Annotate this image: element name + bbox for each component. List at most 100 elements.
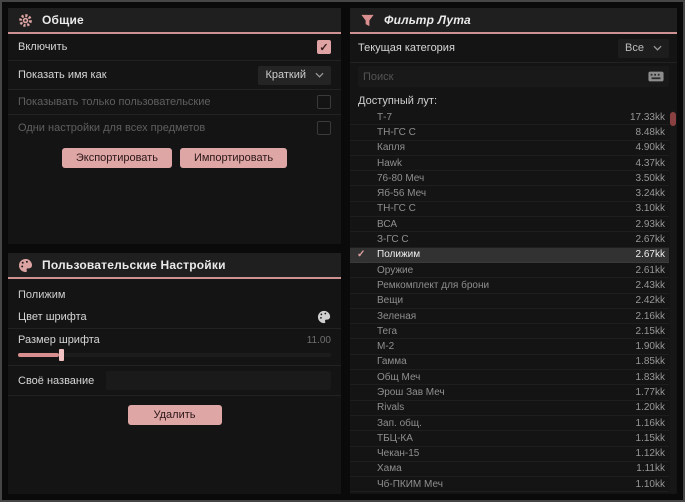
- available-loot-label: Доступный лут:: [358, 95, 438, 107]
- loot-row[interactable]: 76-80 Меч 3.50kk: [350, 171, 669, 187]
- loot-row[interactable]: ТН-ГС С 3.10kk: [350, 202, 669, 218]
- loot-item-value: 2.16kk: [635, 310, 665, 322]
- enable-label: Включить: [18, 41, 68, 53]
- keyboard-icon[interactable]: [648, 71, 664, 82]
- category-value: Все: [625, 42, 644, 54]
- loot-item-name: Полижим: [377, 249, 421, 261]
- loot-item-value: 2.93kk: [635, 218, 665, 230]
- loot-item-name: З-ГС С: [377, 234, 409, 246]
- enable-row: Включить ✓: [8, 34, 341, 61]
- loot-item-value: 1.85kk: [635, 356, 665, 368]
- funnel-icon: [360, 13, 375, 28]
- loot-row[interactable]: З-ГС С 2.67kk: [350, 232, 669, 248]
- left-column: Общие Включить ✓ Показать имя как Кратки…: [8, 8, 341, 494]
- only-custom-label: Показывать только пользовательские: [18, 96, 211, 108]
- loot-row[interactable]: ✓ Полижим 2.67kk: [350, 247, 669, 263]
- loot-item-value: 8.48kk: [635, 126, 665, 138]
- right-column: Фильтр Лута Текущая категория Все Поиск …: [350, 8, 677, 494]
- enable-checkbox[interactable]: ✓: [317, 40, 331, 54]
- loot-row[interactable]: Яб-56 Меч 3.24kk: [350, 186, 669, 202]
- loot-row[interactable]: Хама 1.11kk: [350, 462, 669, 478]
- loot-row[interactable]: Тега 2.15kk: [350, 324, 669, 340]
- loot-item-value: 1.90kk: [635, 341, 665, 353]
- loot-row[interactable]: Капля 4.90kk: [350, 141, 669, 156]
- show-name-value: Краткий: [265, 69, 306, 81]
- loot-item-name: Эрош Зав Меч: [377, 386, 445, 398]
- color-picker-icon[interactable]: [317, 310, 331, 324]
- loot-row[interactable]: Т-7 17.33kk: [350, 110, 669, 126]
- loot-list: Т-7 17.33kk ТН-ГС С 8.48kk Капля 4.90kk …: [350, 110, 669, 494]
- loot-row[interactable]: ВСА 2.93kk: [350, 217, 669, 233]
- loot-item-name: Зап. общ.: [377, 417, 422, 429]
- loot-item-value: 1.15kk: [635, 432, 665, 444]
- panel-loot-filter: Фильтр Лута Текущая категория Все Поиск …: [350, 8, 677, 494]
- loot-list-wrap: Т-7 17.33kk ТН-ГС С 8.48kk Капля 4.90kk …: [350, 110, 677, 494]
- loot-item-value: 3.50kk: [635, 172, 665, 184]
- custom-name-label: Своё название: [18, 374, 95, 387]
- slider-handle[interactable]: [58, 349, 64, 361]
- panel-general-title: Общие: [42, 13, 84, 27]
- loot-scrollbar-thumb[interactable]: [670, 112, 676, 126]
- font-size-value: 11.00: [306, 334, 331, 346]
- loot-row[interactable]: Зеленая 2.16kk: [350, 309, 669, 325]
- loot-item-value: 1.16kk: [635, 417, 665, 429]
- panel-general: Общие Включить ✓ Показать имя как Кратки…: [8, 8, 341, 244]
- one-settings-checkbox: [317, 120, 331, 135]
- category-dropdown[interactable]: Все: [618, 38, 669, 58]
- loot-item-name: ТН-ГС С: [377, 126, 416, 138]
- loot-item-value: 1.12kk: [635, 448, 665, 460]
- delete-button[interactable]: Удалить: [127, 405, 222, 425]
- font-size-slider[interactable]: [18, 349, 331, 361]
- loot-row[interactable]: Зап. общ. 1.16kk: [350, 416, 669, 432]
- loot-item-name: 76-80 Меч: [377, 172, 425, 184]
- show-name-row: Показать имя как Краткий: [8, 61, 341, 90]
- export-button[interactable]: Экспортировать: [61, 148, 172, 168]
- loot-item-name: Гамма: [377, 356, 407, 368]
- loot-item-value: 2.61kk: [635, 264, 665, 276]
- loot-row[interactable]: Чб-ПКИМ Меч 1.10kk: [350, 477, 669, 493]
- loot-item-name: Капля: [377, 142, 406, 154]
- loot-item-name: Оружие: [377, 264, 414, 276]
- loot-item-name: ВСА: [377, 218, 398, 230]
- loot-item-value: 1.10kk: [635, 478, 665, 490]
- loot-item-name: ТН-ГС С: [377, 203, 416, 215]
- font-size-row: Размер шрифта 11.00: [8, 329, 341, 351]
- loot-row[interactable]: Эрош Зав Меч 1.77kk: [350, 385, 669, 401]
- loot-row[interactable]: Hawk 4.37kk: [350, 156, 669, 172]
- panel-filter-header: Фильтр Лута: [350, 8, 677, 34]
- gear-icon: [18, 13, 33, 28]
- loot-row[interactable]: Оружие 2.61kk: [350, 263, 669, 279]
- loot-scrollbar[interactable]: [670, 110, 676, 494]
- loot-row[interactable]: М-2 1.90kk: [350, 339, 669, 355]
- font-color-row: Цвет шрифта: [8, 305, 341, 329]
- loot-item-value: 4.90kk: [635, 142, 665, 154]
- loot-item-name: Вещи: [377, 295, 404, 307]
- loot-row[interactable]: ТН-ГС С 8.48kk: [350, 125, 669, 141]
- loot-row[interactable]: ТБЦ-КА 1.15kk: [350, 431, 669, 447]
- loot-item-name: Тега: [377, 325, 398, 337]
- loot-row[interactable]: Общ Меч 1.83kk: [350, 370, 669, 386]
- loot-item-value: 1.20kk: [635, 402, 665, 414]
- loot-item-value: 3.10kk: [635, 203, 665, 215]
- loot-row[interactable]: Гамма 1.85kk: [350, 355, 669, 371]
- loot-item-value: 2.67kk: [635, 234, 665, 246]
- only-custom-row: Показывать только пользовательские: [8, 90, 341, 115]
- panel-general-header: Общие: [8, 8, 341, 34]
- font-color-label: Цвет шрифта: [18, 310, 87, 323]
- panel-custom-settings: Пользовательские Настройки Полижим Цвет …: [8, 253, 341, 494]
- search-input[interactable]: [363, 70, 648, 83]
- only-custom-checkbox: [317, 95, 331, 109]
- loot-row[interactable]: Ремкомплект для брони 2.43kk: [350, 278, 669, 294]
- loot-item-value: 1.83kk: [635, 371, 665, 383]
- loot-item-name: Общ Меч: [377, 371, 421, 383]
- import-button[interactable]: Импортировать: [179, 148, 288, 168]
- loot-item-value: 2.67kk: [635, 249, 665, 261]
- custom-name-input[interactable]: [106, 371, 331, 390]
- show-name-dropdown[interactable]: Краткий: [258, 65, 331, 85]
- panel-custom-title: Пользовательские Настройки: [42, 258, 226, 272]
- loot-row[interactable]: Вещи 2.42kk: [350, 294, 669, 309]
- loot-row[interactable]: Rivals 1.20kk: [350, 401, 669, 416]
- panel-filter-title: Фильтр Лута: [384, 13, 471, 27]
- loot-row[interactable]: Чекан-15 1.12kk: [350, 447, 669, 462]
- category-label: Текущая категория: [358, 42, 455, 54]
